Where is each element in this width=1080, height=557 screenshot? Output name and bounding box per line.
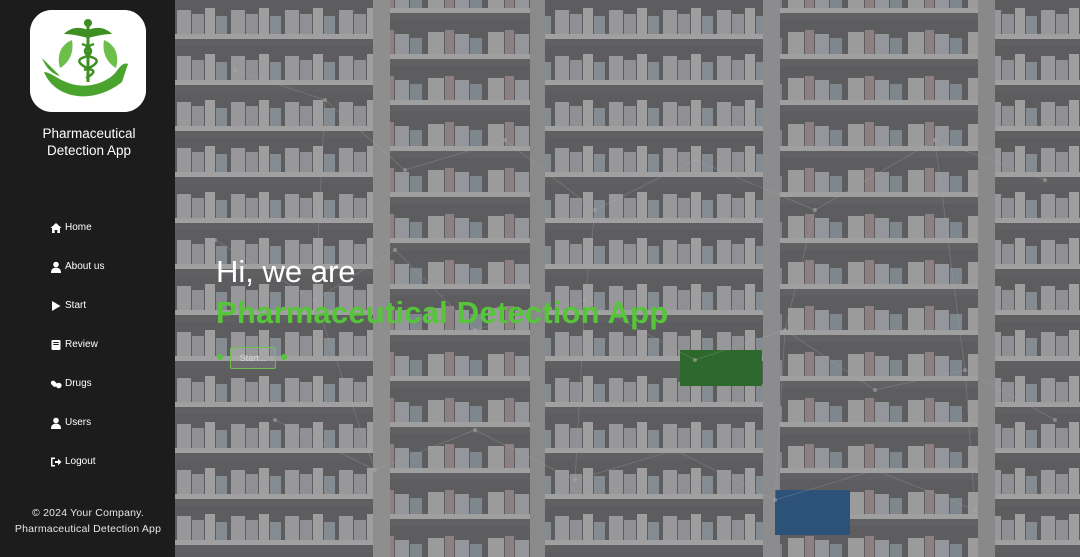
hero-greeting: Hi, we are xyxy=(216,254,356,289)
sidebar-item-label: Start xyxy=(65,300,87,311)
pills-icon xyxy=(50,378,62,390)
sidebar-item-logout[interactable]: Logout xyxy=(50,442,104,481)
sidebar-item-label: About us xyxy=(65,261,105,272)
play-icon xyxy=(50,300,62,312)
app-title-line1: Pharmaceutical xyxy=(42,126,136,141)
decorative-dot-right xyxy=(281,354,287,360)
app-logo xyxy=(30,10,146,112)
sidebar-item-users[interactable]: Users xyxy=(50,403,104,442)
sidebar-item-review[interactable]: Review xyxy=(50,325,104,364)
sidebar: Pharmaceutical Detection App Home About … xyxy=(0,0,175,557)
user-icon xyxy=(50,417,62,429)
book-icon xyxy=(50,339,62,351)
sidebar-item-label: Users xyxy=(65,417,92,428)
user-icon xyxy=(50,261,62,273)
sidebar-item-label: Logout xyxy=(65,456,96,467)
sidebar-footer: © 2024 Your Company. Pharmaceutical Dete… xyxy=(0,505,176,537)
start-button[interactable]: Start... xyxy=(230,347,276,369)
sidebar-item-about-us[interactable]: About us xyxy=(50,247,104,286)
sidebar-item-home[interactable]: Home xyxy=(50,208,104,247)
sidebar-item-label: Home xyxy=(65,222,92,233)
logout-icon xyxy=(50,456,62,468)
sidebar-item-drugs[interactable]: Drugs xyxy=(50,364,104,403)
app-title: Pharmaceutical Detection App xyxy=(0,126,178,159)
sidebar-item-label: Drugs xyxy=(65,378,92,389)
sidebar-nav: Home About us Start Review Drugs Users L… xyxy=(50,208,104,481)
sidebar-item-start[interactable]: Start xyxy=(50,286,104,325)
footer-app-name: Pharmaceutical Detection App xyxy=(14,523,162,535)
footer-copyright: © 2024 Your Company. xyxy=(32,507,144,519)
decorative-dot-left xyxy=(217,354,223,360)
app-title-line2: Detection App xyxy=(46,142,132,158)
hero-headline: Pharmaceutical Detection App xyxy=(216,295,669,330)
hero-section: Hi, we are Pharmaceutical Detection App … xyxy=(175,0,1080,557)
home-icon xyxy=(50,222,62,234)
sidebar-item-label: Review xyxy=(65,339,98,350)
